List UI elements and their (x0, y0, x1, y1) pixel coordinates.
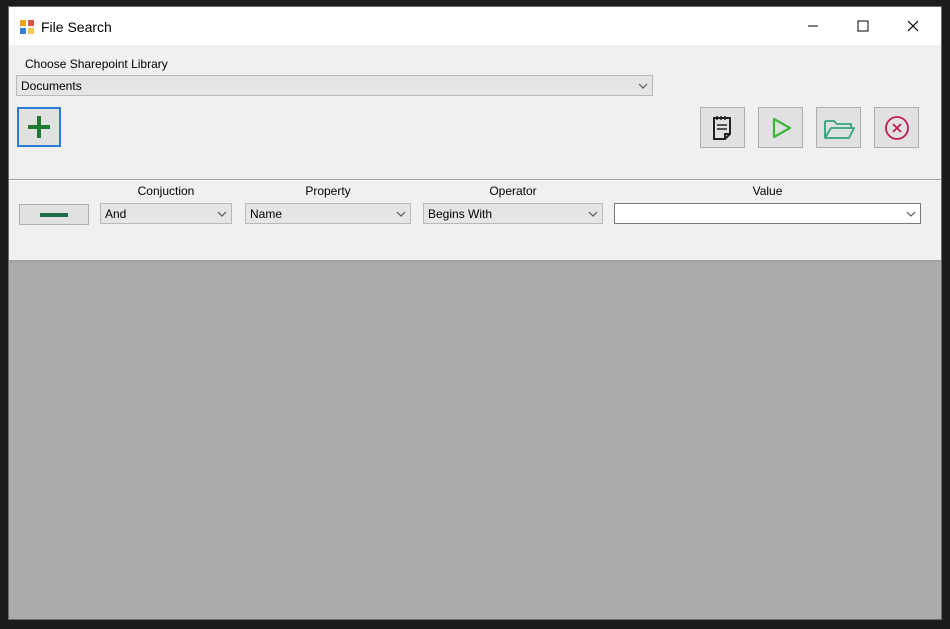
chevron-down-icon (906, 211, 916, 217)
library-selected-value: Documents (21, 79, 82, 93)
chevron-down-icon (638, 83, 648, 89)
operator-dropdown[interactable]: Begins With (423, 203, 603, 224)
cancel-icon (884, 115, 909, 140)
chevron-down-icon (588, 211, 598, 217)
filter-row-panel: Conjuction Property Operator Value And N… (9, 180, 941, 262)
title-bar: File Search (9, 7, 941, 45)
conjunction-dropdown[interactable]: And (100, 203, 232, 224)
play-icon (772, 117, 791, 138)
notepad-icon (712, 115, 731, 140)
close-button[interactable] (890, 7, 936, 45)
property-selected-value: Name (250, 207, 283, 221)
add-filter-button[interactable] (17, 107, 61, 147)
app-icon (20, 20, 34, 34)
minimize-button[interactable] (790, 7, 836, 45)
file-search-window: File Search Choose Sharepoint Library Do… (8, 6, 942, 620)
plus-icon (28, 116, 50, 138)
conjunction-header: Conjuction (137, 184, 195, 198)
library-panel: Choose Sharepoint Library Documents (9, 45, 941, 180)
folder-icon (823, 119, 855, 139)
minimize-icon (808, 25, 818, 27)
remove-filter-button[interactable] (19, 204, 89, 225)
minus-icon (40, 212, 68, 217)
library-dropdown[interactable]: Documents (16, 75, 653, 96)
property-header: Property (305, 184, 351, 198)
close-icon (907, 20, 919, 32)
value-combobox[interactable] (614, 203, 921, 224)
operator-selected-value: Begins With (428, 207, 493, 221)
maximize-icon (857, 20, 869, 32)
operator-header: Operator (489, 184, 537, 198)
library-label: Choose Sharepoint Library (25, 57, 168, 71)
maximize-button[interactable] (840, 7, 886, 45)
notes-button[interactable] (700, 107, 745, 148)
chevron-down-icon (217, 211, 227, 217)
window-title: File Search (41, 19, 112, 35)
conjunction-selected-value: And (105, 207, 127, 221)
run-search-button[interactable] (758, 107, 803, 148)
chevron-down-icon (396, 211, 406, 217)
open-folder-button[interactable] (816, 107, 861, 148)
value-header: Value (752, 184, 783, 198)
results-area (9, 262, 941, 619)
cancel-button[interactable] (874, 107, 919, 148)
property-dropdown[interactable]: Name (245, 203, 411, 224)
